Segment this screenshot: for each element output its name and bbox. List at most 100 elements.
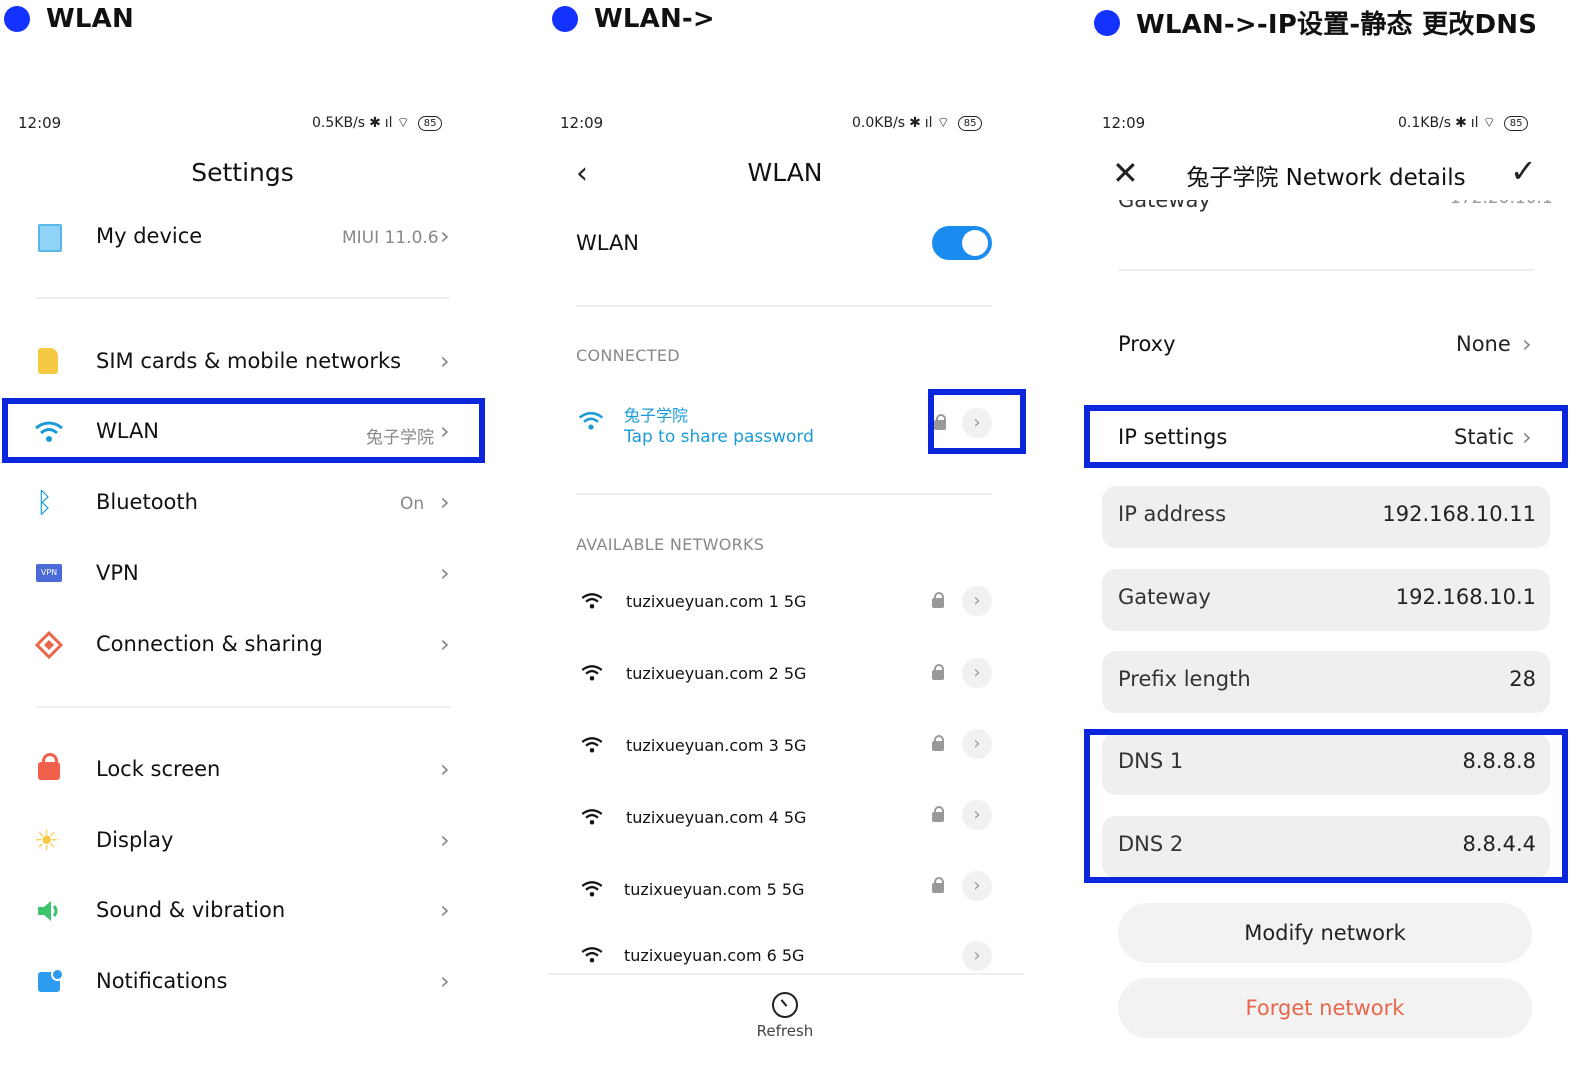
settings-item-notifications[interactable]: Notifications xyxy=(96,969,227,993)
status-indicators: 0.0KB/s ✱ ıl ⌔ 85 xyxy=(852,114,983,132)
heading-text: WLAN-> xyxy=(594,4,715,34)
field-value: 28 xyxy=(1509,667,1536,691)
chevron-right-icon: › xyxy=(440,826,450,854)
item-value: MIUI 11.0.6 xyxy=(342,228,439,248)
bluetooth-status-icon: ✱ xyxy=(1455,115,1467,131)
toggle-label: WLAN xyxy=(576,231,640,255)
network-item[interactable]: tuzixueyuan.com 6 5G xyxy=(624,946,804,965)
bullet-dot xyxy=(4,6,30,32)
highlight-box xyxy=(2,398,485,463)
network-item[interactable]: tuzixueyuan.com 1 5G xyxy=(626,592,806,611)
battery-icon: 85 xyxy=(1503,115,1529,131)
divider xyxy=(576,493,992,495)
net-speed: 0.1KB/s xyxy=(1398,115,1452,131)
settings-item-lock-screen[interactable]: Lock screen xyxy=(96,757,220,781)
connection-sharing-icon xyxy=(34,630,64,660)
network-details-button[interactable]: › xyxy=(962,729,992,759)
field-value: 192.168.10.11 xyxy=(1382,502,1536,526)
item-label: Sound & vibration xyxy=(96,898,286,922)
network-details-button[interactable]: › xyxy=(962,941,992,971)
panel-network-details: WLAN->-IP设置-静态 更改DNS 12:09 0.1KB/s ✱ ıl … xyxy=(1084,0,1591,1080)
chevron-right-icon: › xyxy=(440,967,450,995)
available-networks-header: AVAILABLE NETWORKS xyxy=(576,535,765,554)
net-speed: 0.5KB/s xyxy=(312,115,366,131)
device-icon xyxy=(38,224,62,252)
network-details-button[interactable]: › xyxy=(962,586,992,616)
lock-icon xyxy=(932,664,944,680)
network-item[interactable]: tuzixueyuan.com 4 5G xyxy=(626,808,806,827)
settings-item-sound[interactable]: Sound & vibration xyxy=(96,898,285,922)
page-title: WLAN xyxy=(747,158,823,187)
chevron-right-icon: › xyxy=(440,755,450,783)
network-item[interactable]: tuzixueyuan.com 3 5G xyxy=(626,736,806,755)
proxy-value: None xyxy=(1456,332,1511,356)
proxy-label: Proxy xyxy=(1118,332,1176,356)
modify-network-button[interactable]: Modify network xyxy=(1118,903,1532,963)
highlight-box xyxy=(1084,729,1568,883)
wifi-icon xyxy=(581,665,603,681)
status-time: 12:09 xyxy=(1102,114,1146,132)
wifi-icon xyxy=(581,809,603,825)
signal-icon: ıl xyxy=(924,115,933,131)
signal-icon: ıl xyxy=(384,115,393,131)
settings-item-sim[interactable]: SIM cards & mobile networks xyxy=(96,349,401,373)
forget-network-button[interactable]: Forget network xyxy=(1118,978,1532,1038)
wifi-icon xyxy=(581,593,603,609)
connected-network-name[interactable]: 兔子学院 xyxy=(624,402,688,426)
network-details-button[interactable]: › xyxy=(962,800,992,830)
lock-icon xyxy=(932,877,944,893)
gateway-field[interactable]: Gateway 192.168.10.1 xyxy=(1102,569,1550,631)
sim-card-icon xyxy=(38,348,58,374)
heading-text: WLAN->-IP设置-静态 更改DNS xyxy=(1136,10,1538,40)
panel-heading: WLAN-> xyxy=(552,4,715,34)
ip-address-field[interactable]: IP address 192.168.10.11 xyxy=(1102,486,1550,548)
bullet-dot xyxy=(1094,9,1120,36)
highlight-box xyxy=(1084,405,1568,468)
proxy-row[interactable]: Proxy xyxy=(1118,332,1176,356)
settings-item-connection-sharing[interactable]: Connection & sharing xyxy=(96,632,323,656)
settings-item-my-device[interactable]: My device xyxy=(96,224,202,248)
clipped-value: 172.20.10.1 xyxy=(1450,200,1553,208)
connected-header: CONNECTED xyxy=(576,346,680,365)
wifi-connected-icon xyxy=(578,411,604,430)
lock-icon xyxy=(932,806,944,822)
panel-heading: WLAN->-IP设置-静态 更改DNS xyxy=(1094,4,1537,41)
status-time: 12:09 xyxy=(560,114,604,132)
chevron-right-icon: › xyxy=(440,347,450,375)
item-value: On xyxy=(400,494,425,514)
item-label: Connection & sharing xyxy=(96,632,323,656)
divider xyxy=(1118,269,1534,271)
status-indicators: 0.5KB/s ✱ ıl ⌔ 85 xyxy=(312,114,443,132)
wifi-icon xyxy=(581,881,603,897)
network-item[interactable]: tuzixueyuan.com 2 5G xyxy=(626,664,806,683)
item-label: VPN xyxy=(96,561,139,585)
chevron-right-icon: › xyxy=(440,488,450,516)
display-icon: ☀ xyxy=(34,824,60,857)
chevron-right-icon: › xyxy=(440,896,450,924)
bluetooth-icon: ᛒ xyxy=(36,486,53,519)
share-password-link[interactable]: Tap to share password xyxy=(624,427,814,447)
wlan-toggle-switch[interactable] xyxy=(932,226,992,260)
battery-icon: 85 xyxy=(417,115,443,131)
item-label: SIM cards & mobile networks xyxy=(96,349,402,373)
settings-item-bluetooth[interactable]: Bluetooth xyxy=(96,490,198,514)
network-item[interactable]: tuzixueyuan.com 5 5G xyxy=(624,880,804,899)
refresh-icon[interactable] xyxy=(772,992,798,1018)
divider xyxy=(576,305,992,307)
panel-heading: WLAN xyxy=(4,4,134,34)
highlight-box xyxy=(928,389,1026,454)
heading-text: WLAN xyxy=(46,4,134,34)
settings-item-display[interactable]: Display xyxy=(96,828,173,852)
field-label: IP address xyxy=(1118,502,1227,526)
bullet-dot xyxy=(552,6,578,32)
prefix-length-field[interactable]: Prefix length 28 xyxy=(1102,651,1550,713)
clipped-row: Gateway 172.20.10.1 xyxy=(1090,200,1580,222)
checkmark-icon[interactable]: ✓ xyxy=(1510,152,1537,190)
network-details-button[interactable]: › xyxy=(962,871,992,901)
wlan-toggle-row: WLAN xyxy=(576,231,639,255)
bluetooth-status-icon: ✱ xyxy=(909,115,921,131)
field-label: Gateway xyxy=(1118,585,1211,609)
net-speed: 0.0KB/s xyxy=(852,115,906,131)
network-details-button[interactable]: › xyxy=(962,658,992,688)
settings-item-vpn[interactable]: VPN xyxy=(96,561,139,585)
